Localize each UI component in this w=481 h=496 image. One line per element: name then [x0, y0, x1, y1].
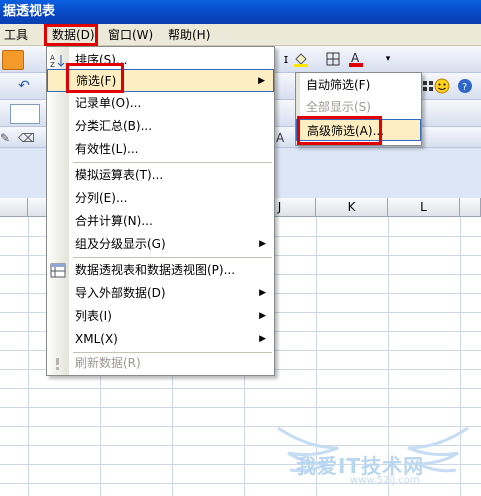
menu-item-label: 合并计算(N)... — [75, 214, 153, 228]
menu-help[interactable]: 帮助(H) — [164, 26, 214, 44]
sort-icon: AZ — [50, 53, 66, 69]
font-color-icon[interactable]: A — [346, 50, 366, 68]
submenu-arrow-icon: ▶ — [258, 76, 265, 86]
submenu-arrow-icon: ▶ — [259, 288, 266, 298]
smiley-icon[interactable] — [432, 77, 452, 95]
submenu-item-label: 全部显示(S) — [306, 100, 371, 114]
window-title-bar: 据透视表 — [0, 0, 481, 24]
menu-item-form[interactable]: 记录单(O)... — [47, 92, 274, 115]
menu-item-group-outline[interactable]: 组及分级显示(G) ▶ — [47, 233, 274, 256]
annotation-box-filter — [66, 63, 124, 93]
undo-icon[interactable]: ↶ — [14, 77, 34, 95]
submenu-arrow-icon: ▶ — [259, 311, 266, 321]
menu-item-label: 分列(E)... — [75, 191, 128, 205]
toolbar-options-icon[interactable]: ▾ — [378, 50, 398, 68]
fill-color-icon[interactable] — [291, 50, 311, 68]
menu-tools[interactable]: 工具 — [0, 26, 32, 44]
menu-item-import-external-data[interactable]: 导入外部数据(D) ▶ — [47, 282, 274, 305]
annotation-box-data-menu — [44, 24, 98, 46]
menu-item-label: XML(X) — [75, 332, 118, 346]
data-menu-dropdown: AZ 排序(S)... 筛选(F) ▶ 记录单(O)... 分类汇总(B)...… — [46, 46, 275, 376]
column-label: L — [420, 200, 427, 214]
pivot-table-icon — [50, 263, 66, 278]
menu-item-refresh-data: 刷新数据(R) — [47, 352, 274, 375]
watermark-url: www.52ij.com — [350, 475, 420, 486]
column-header[interactable] — [460, 198, 481, 217]
eraser-icon[interactable]: ⌫ — [18, 129, 38, 147]
menu-separator — [73, 257, 272, 258]
menu-item-label: 有效性(L)... — [75, 142, 139, 156]
menu-window[interactable]: 窗口(W) — [104, 26, 157, 44]
name-box[interactable] — [10, 104, 40, 124]
menu-item-validation[interactable]: 有效性(L)... — [47, 138, 274, 161]
svg-text:A: A — [351, 51, 360, 65]
menu-separator — [73, 162, 272, 163]
menu-item-label: 记录单(O)... — [75, 96, 142, 110]
refresh-exclamation-icon — [50, 356, 66, 371]
annotation-box-advanced-filter — [297, 116, 382, 145]
menu-item-subtotals[interactable]: 分类汇总(B)... — [47, 115, 274, 138]
menu-item-label: 分类汇总(B)... — [75, 119, 153, 133]
submenu-arrow-icon: ▶ — [259, 334, 266, 344]
submenu-item-show-all: 全部显示(S) — [296, 96, 421, 118]
menu-item-xml[interactable]: XML(X) ▶ — [47, 328, 274, 351]
column-header-k[interactable]: K — [316, 198, 388, 217]
submenu-arrow-icon: ▶ — [259, 239, 266, 249]
menu-item-table[interactable]: 模拟运算表(T)... — [47, 164, 274, 187]
submenu-item-label: 自动筛选(F) — [306, 78, 371, 92]
menu-item-label: 导入外部数据(D) — [75, 286, 166, 300]
menu-item-label: 刷新数据(R) — [75, 356, 141, 370]
menu-item-label: 组及分级显示(G) — [75, 237, 166, 251]
help-icon[interactable]: ? — [455, 77, 475, 95]
window-title: 据透视表 — [3, 4, 56, 19]
menu-item-consolidate[interactable]: 合并计算(N)... — [47, 210, 274, 233]
menu-item-list[interactable]: 列表(I) ▶ — [47, 305, 274, 328]
submenu-item-autofilter[interactable]: 自动筛选(F) — [296, 74, 421, 96]
menu-item-text-to-columns[interactable]: 分列(E)... — [47, 187, 274, 210]
svg-text:?: ? — [462, 82, 467, 93]
column-header-l[interactable]: L — [388, 198, 460, 217]
menu-item-label: 列表(I) — [75, 309, 112, 323]
toolbar-a-icon[interactable]: A — [276, 129, 296, 147]
menu-item-pivot-table[interactable]: 数据透视表和数据透视图(P)... — [47, 259, 274, 282]
column-label: J — [277, 200, 282, 214]
svg-text:Z: Z — [50, 61, 55, 68]
pencil-icon[interactable]: ✎ — [0, 129, 20, 147]
menu-item-label: 模拟运算表(T)... — [75, 168, 164, 182]
menu-item-label: 数据透视表和数据透视图(P)... — [75, 263, 236, 277]
column-label: K — [347, 200, 356, 214]
select-all-corner[interactable] — [0, 198, 28, 217]
align-left-icon[interactable] — [2, 50, 24, 70]
borders-icon[interactable] — [323, 50, 343, 68]
